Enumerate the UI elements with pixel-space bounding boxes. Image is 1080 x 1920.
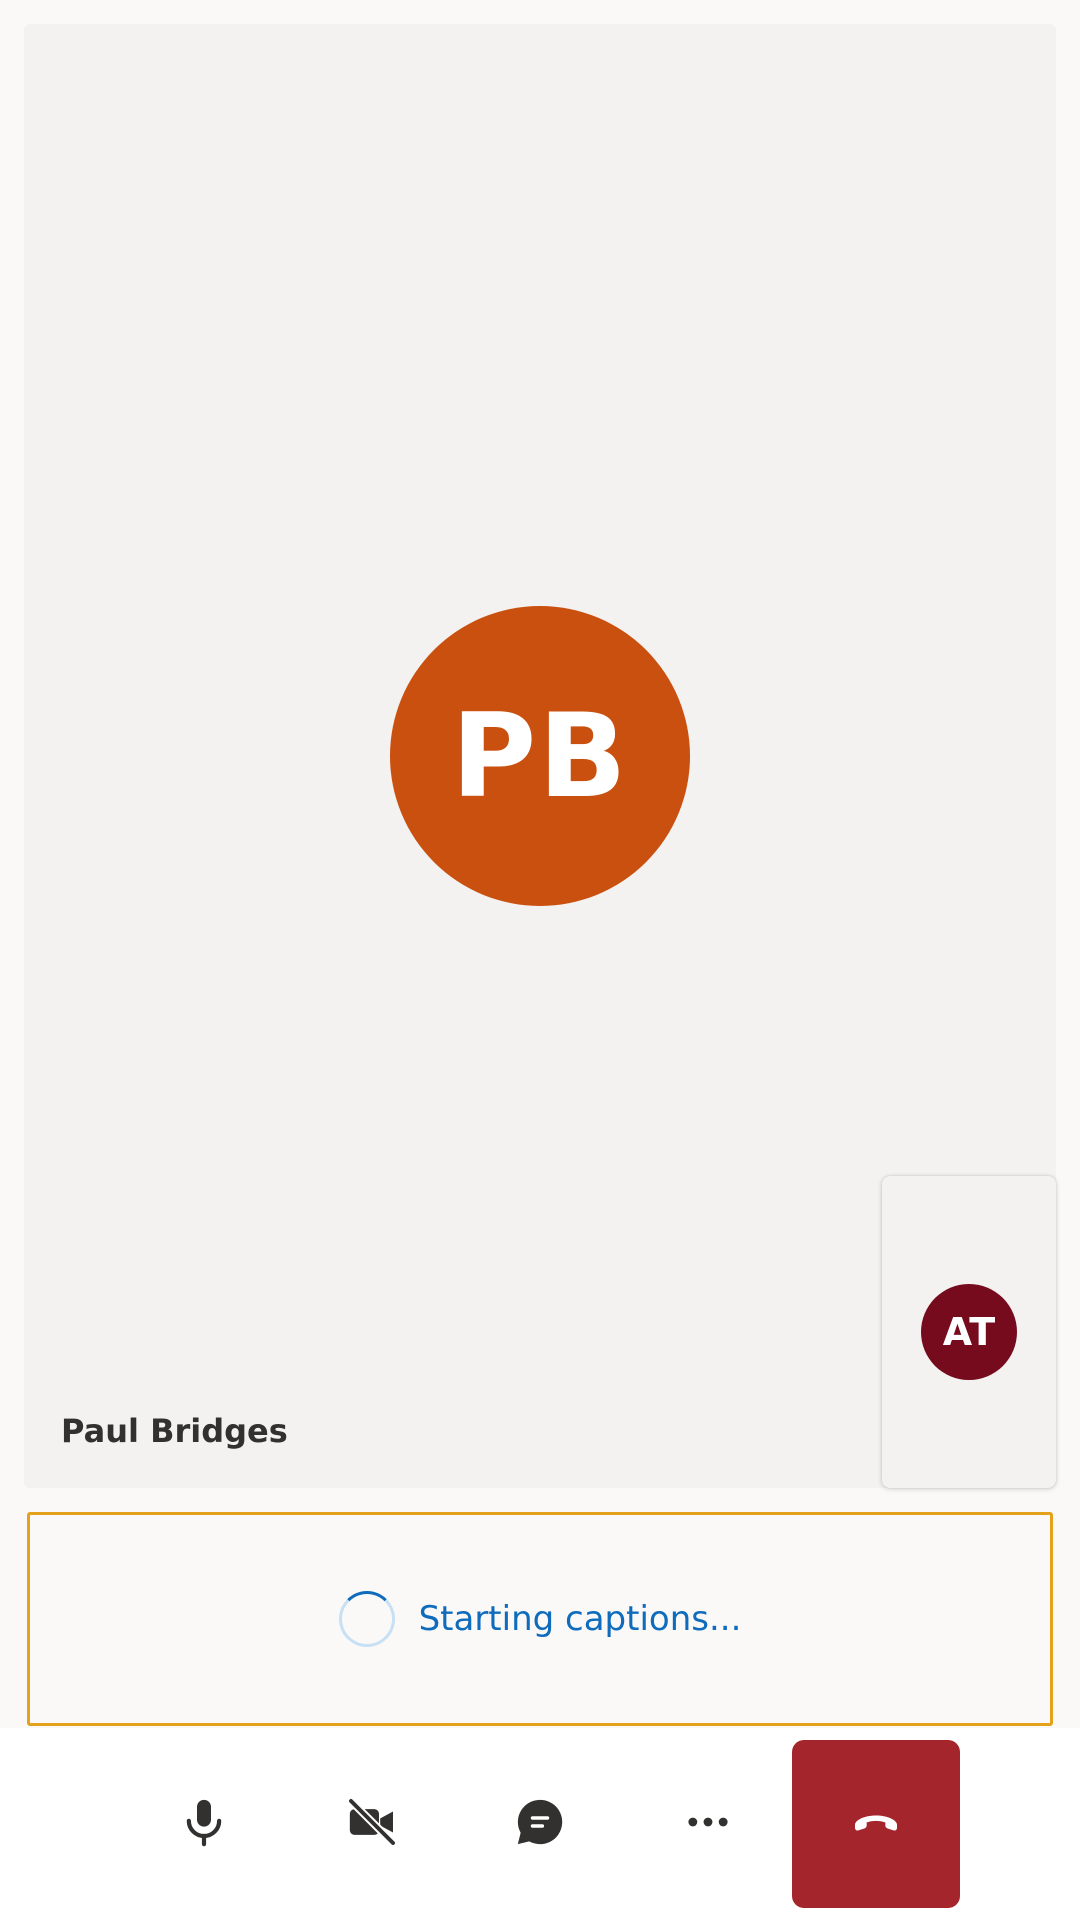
call-screen: PB Paul Bridges AT Starting captions...: [0, 0, 1080, 1920]
call-control-bar: [0, 1728, 1080, 1920]
video-off-icon: [344, 1794, 400, 1854]
participant-initials: PB: [451, 688, 629, 824]
captions-banner: Starting captions...: [27, 1512, 1053, 1726]
self-avatar: AT: [921, 1284, 1017, 1380]
camera-button[interactable]: [288, 1740, 456, 1908]
captions-status-text: Starting captions...: [418, 1599, 742, 1639]
participant-name-label: Paul Bridges: [61, 1412, 288, 1450]
more-options-button[interactable]: [624, 1740, 792, 1908]
chat-icon: [512, 1794, 568, 1854]
self-initials: AT: [942, 1310, 996, 1354]
participant-avatar: PB: [390, 606, 690, 906]
self-preview-tile[interactable]: AT: [882, 1176, 1056, 1488]
phone-hang-up-icon: [848, 1794, 904, 1854]
hang-up-button[interactable]: [792, 1740, 960, 1908]
loading-spinner-icon: [338, 1591, 395, 1647]
microphone-button[interactable]: [120, 1740, 288, 1908]
chat-button[interactable]: [456, 1740, 624, 1908]
more-horizontal-icon: [680, 1794, 736, 1854]
microphone-icon: [176, 1794, 232, 1854]
